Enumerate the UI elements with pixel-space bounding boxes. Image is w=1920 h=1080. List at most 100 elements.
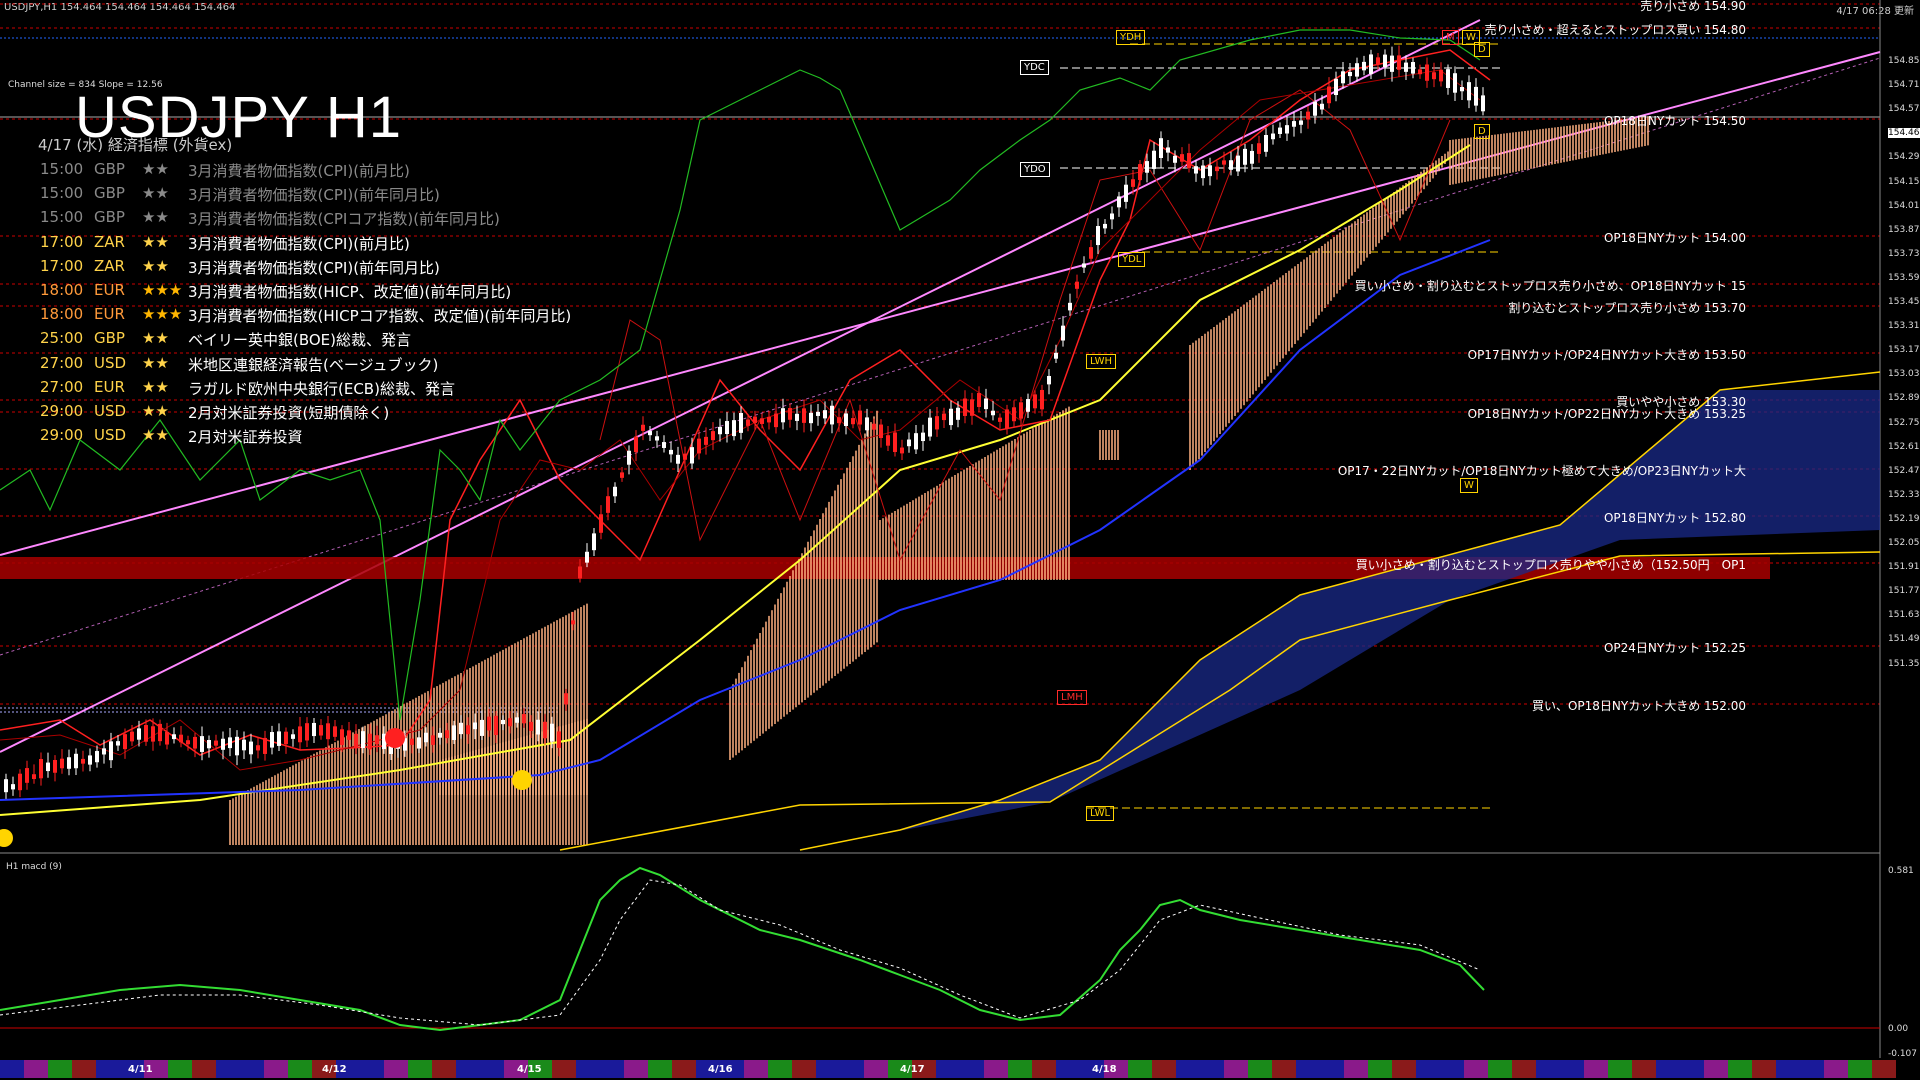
price-label: 153.450 (1888, 297, 1920, 307)
event-cur: USD (94, 353, 127, 372)
candle-body (592, 533, 596, 551)
candle-body (1285, 125, 1289, 134)
candle-body (669, 449, 673, 455)
order-annotation: 買い、OP18日NYカット大きめ 152.00 (1531, 699, 1746, 713)
event-name: 3月消費者物価指数(CPI)(前月比) (188, 162, 410, 180)
candle-body (1054, 352, 1058, 359)
period-cell (984, 1060, 1008, 1078)
period-cell (1296, 1060, 1320, 1078)
event-name: 米地区連銀経済報告(ベージュブック) (188, 355, 439, 374)
period-cell (576, 1060, 600, 1078)
candle-body (249, 741, 253, 755)
candle-body (718, 426, 722, 435)
candle-body (935, 416, 939, 430)
level-tag: D (1474, 42, 1490, 57)
candle-body (32, 774, 36, 780)
candle-body (130, 731, 134, 742)
candle-body (256, 745, 260, 751)
event-name: 3月消費者物価指数(HICP、改定値)(前年同月比) (188, 283, 512, 301)
event-stars: ★★ (142, 208, 169, 227)
candle-body (1474, 86, 1478, 106)
period-cell (1464, 1060, 1488, 1078)
candle-body (711, 431, 715, 441)
period-cell (816, 1060, 840, 1078)
period-cell (96, 1060, 120, 1078)
period-cell (1776, 1060, 1800, 1078)
candle-body (319, 725, 323, 736)
candle-body (1432, 72, 1436, 80)
candle-body (501, 719, 505, 725)
chart-window[interactable]: USDJPY,H1 154.464 154.464 154.464 154.46… (0, 0, 1920, 1080)
period-cell (624, 1060, 648, 1078)
candle-body (1334, 78, 1338, 96)
date-label: 4/16 (708, 1064, 733, 1075)
candle-body (809, 412, 813, 424)
date-label: 4/11 (128, 1064, 153, 1075)
candle-body (158, 723, 162, 742)
candle-body (18, 773, 22, 791)
candle-body (67, 757, 71, 769)
candle-body (1327, 86, 1331, 104)
candle-body (627, 450, 631, 465)
candle-body (599, 514, 603, 533)
candle-body (1229, 160, 1233, 170)
candle-body (690, 447, 694, 464)
level-tag: LMH (1057, 690, 1087, 705)
candle-body (1383, 54, 1387, 68)
candle-body (1313, 101, 1317, 116)
period-cell (1152, 1060, 1176, 1078)
candle-body (1215, 166, 1219, 172)
candle-body (823, 410, 827, 419)
event-stars: ★★ (142, 256, 169, 275)
period-cell (672, 1060, 696, 1078)
period-cell (1344, 1060, 1368, 1078)
candle-body (970, 399, 974, 416)
period-cell (1848, 1060, 1872, 1078)
candle-body (186, 740, 190, 745)
period-cell (480, 1060, 504, 1078)
candle-body (1397, 55, 1401, 70)
price-label: 153.730 (1888, 248, 1920, 259)
event-name: 3月消費者物価指数(CPI)(前年同月比) (188, 258, 440, 277)
period-cell (1200, 1060, 1224, 1078)
candle-body (179, 734, 183, 743)
order-annotation: 買い小さめ・割り込むとストップロス売り小さめ、OP18日NYカット 15 (1354, 279, 1746, 293)
candle-body (634, 436, 638, 453)
period-cell (72, 1060, 96, 1078)
candle-body (151, 726, 155, 742)
candle-body (1082, 263, 1086, 268)
candle-body (1152, 150, 1156, 169)
candle-body (942, 413, 946, 421)
period-cell (264, 1060, 288, 1078)
candle-body (508, 718, 512, 727)
order-annotation: OP18日NYカット 154.00 (1603, 231, 1746, 245)
event-time: 29:00 (40, 402, 84, 420)
event-name: 3月消費者物価指数(CPI)(前月比) (188, 234, 410, 253)
event-stars: ★★ (142, 377, 169, 396)
period-cell (1488, 1060, 1512, 1078)
period-cell (1032, 1060, 1056, 1078)
candle-body (347, 730, 351, 740)
candle-body (872, 423, 876, 430)
candle-body (74, 753, 78, 769)
candle-body (298, 726, 302, 743)
candle-body (1278, 127, 1282, 134)
candle-body (1376, 57, 1380, 65)
period-cell (600, 1060, 624, 1078)
period-cell (744, 1060, 768, 1078)
level-tag: LWH (1086, 354, 1117, 369)
candle-body (858, 410, 862, 425)
candle-body (333, 726, 337, 737)
candle-body (1299, 120, 1303, 125)
event-stars: ★★ (142, 160, 169, 178)
candle-body (865, 417, 869, 431)
event-name: 3月消費者物価指数(HICPコア指数、改定値)(前年同月比) (188, 307, 572, 326)
period-cell (1368, 1060, 1392, 1078)
candle-body (606, 496, 610, 513)
candle-body (893, 432, 897, 453)
candle-body (228, 737, 232, 749)
candle-body (746, 419, 750, 426)
candle-body (844, 413, 848, 427)
period-cell (1392, 1060, 1416, 1078)
event-time: 27:00 (40, 353, 84, 372)
